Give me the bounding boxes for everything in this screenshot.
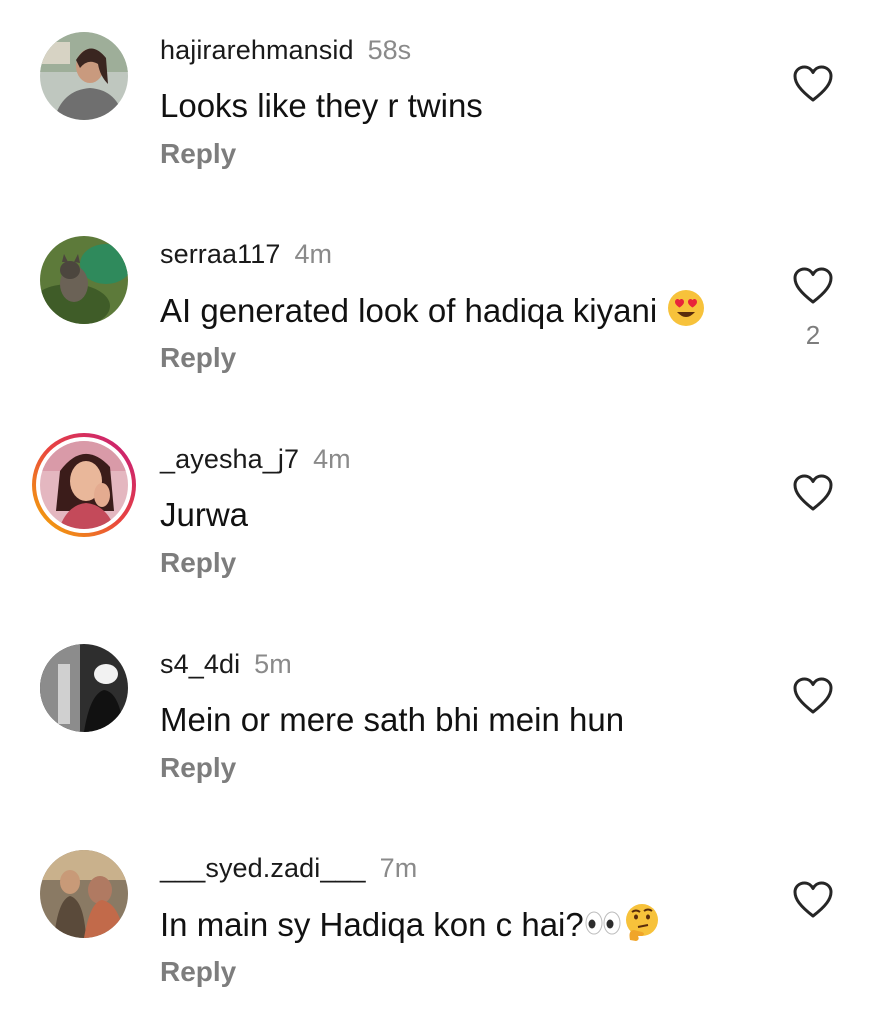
heart-outline-icon bbox=[793, 677, 833, 714]
avatar-photo bbox=[40, 32, 128, 120]
like-button[interactable] bbox=[792, 266, 834, 306]
heart-outline-icon bbox=[793, 267, 833, 304]
thinking-face-emoji-icon bbox=[625, 904, 658, 941]
comment-item: serraa117 4m AI generated look of hadiqa … bbox=[0, 212, 881, 392]
comment-text: In main sy Hadiqa kon c hai? bbox=[160, 902, 662, 953]
like-count: 2 bbox=[805, 320, 821, 350]
comment-item: s4_4di 5m Mein or mere sath bhi mein hun … bbox=[0, 622, 881, 802]
like-button[interactable] bbox=[792, 473, 834, 513]
username[interactable]: serraa117 bbox=[160, 239, 280, 269]
comment-text: AI generated look of hadiqa kiyani bbox=[160, 288, 706, 339]
comment-text: Jurwa bbox=[160, 496, 249, 533]
like-button[interactable] bbox=[792, 64, 834, 104]
avatar-story-ring[interactable] bbox=[30, 431, 138, 539]
like-button[interactable] bbox=[792, 880, 834, 920]
reply-button[interactable]: Reply bbox=[160, 340, 236, 376]
username[interactable]: hajirarehmansid bbox=[160, 35, 354, 65]
eyes-emoji-icon bbox=[585, 911, 621, 935]
username[interactable]: ___syed.zadi___ bbox=[160, 853, 366, 883]
reply-button[interactable]: Reply bbox=[160, 136, 236, 172]
timestamp: 5m bbox=[254, 649, 292, 679]
reply-button[interactable]: Reply bbox=[160, 545, 236, 581]
avatar[interactable] bbox=[40, 850, 128, 938]
heart-eyes-emoji bbox=[666, 288, 706, 339]
timestamp: 7m bbox=[379, 853, 418, 883]
like-button[interactable] bbox=[792, 676, 834, 716]
username[interactable]: s4_4di bbox=[160, 649, 240, 679]
heart-outline-icon bbox=[793, 474, 833, 511]
thinking-face-emoji bbox=[622, 902, 662, 953]
story-ring-avatar-photo bbox=[32, 433, 136, 537]
timestamp: 58s bbox=[367, 35, 412, 65]
avatar[interactable] bbox=[40, 644, 128, 732]
comment-text: Looks like they r twins bbox=[160, 87, 483, 124]
comment-list: hajirarehmansid 58s Looks like they r twi… bbox=[0, 0, 881, 1024]
timestamp: 4m bbox=[313, 444, 351, 474]
timestamp: 4m bbox=[294, 239, 332, 269]
reply-button[interactable]: Reply bbox=[160, 750, 236, 786]
username[interactable]: _ayesha_j7 bbox=[160, 444, 299, 474]
heart-outline-icon bbox=[793, 65, 833, 102]
heart-outline-icon bbox=[793, 881, 833, 918]
comment-item: hajirarehmansid 58s Looks like they r twi… bbox=[0, 8, 881, 188]
comment-item: _ayesha_j7 4m Jurwa Reply bbox=[0, 417, 881, 597]
comment-meta: serraa117 4m bbox=[160, 236, 332, 272]
avatar-photo bbox=[40, 236, 128, 324]
avatar-photo bbox=[40, 850, 128, 938]
comment-item: ___syed.zadi___ 7m In main sy Hadiqa kon … bbox=[0, 826, 881, 1006]
avatar-photo bbox=[40, 644, 128, 732]
comment-meta: ___syed.zadi___ 7m bbox=[160, 850, 417, 886]
comment-meta: hajirarehmansid 58s bbox=[160, 32, 411, 68]
comment-meta: s4_4di 5m bbox=[160, 646, 292, 682]
avatar[interactable] bbox=[40, 236, 128, 324]
comment-text-body: AI generated look of hadiqa kiyani bbox=[160, 292, 667, 330]
comment-text-body: In main sy Hadiqa kon c hai? bbox=[160, 906, 584, 944]
comment-meta: _ayesha_j7 4m bbox=[160, 441, 351, 477]
heart-eyes-emoji-icon bbox=[668, 290, 705, 326]
reply-button[interactable]: Reply bbox=[160, 954, 236, 990]
comment-text: Mein or mere sath bhi mein hun bbox=[160, 701, 625, 738]
eyes-emoji bbox=[584, 902, 622, 953]
avatar[interactable] bbox=[40, 32, 128, 120]
